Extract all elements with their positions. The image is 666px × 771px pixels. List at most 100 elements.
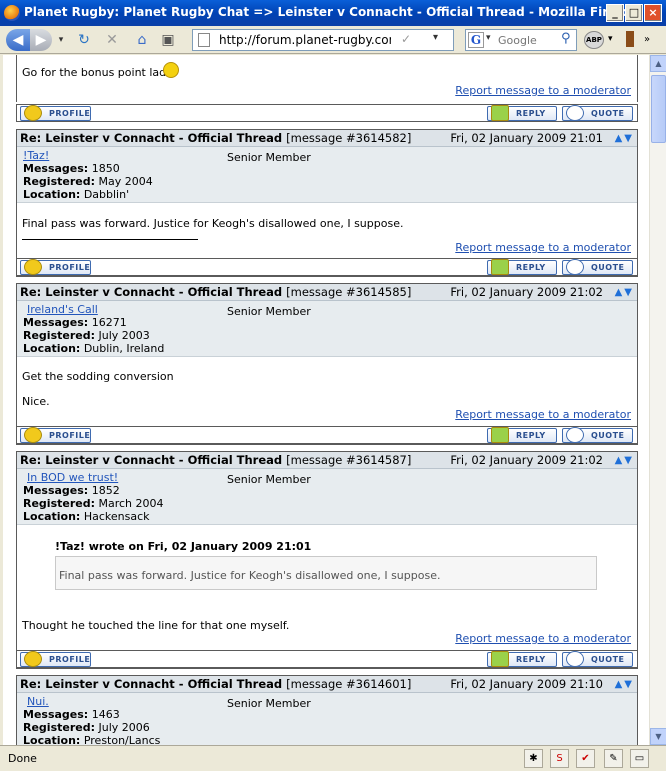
post-footer: PROFILE REPLY QUOTE: [16, 650, 638, 668]
reply-icon: [491, 651, 509, 667]
navigate-post-icons[interactable]: ▲▼: [615, 133, 634, 144]
report-moderator-link[interactable]: Report message to a moderator: [455, 241, 631, 254]
post-subject: Re: Leinster v Connacht - Official Threa…: [20, 453, 283, 467]
bookmarks-icon[interactable]: ▣: [158, 29, 178, 51]
message-id: [message #3614587]: [286, 453, 412, 467]
navigate-post-icons[interactable]: ▲▼: [615, 287, 634, 298]
url-dropdown-icon[interactable]: ▾: [433, 32, 438, 43]
toolbar-overflow-icon[interactable]: »: [644, 34, 650, 45]
maximize-button[interactable]: □: [625, 4, 643, 22]
forward-button[interactable]: ▶: [30, 29, 52, 51]
profile-button[interactable]: PROFILE: [20, 651, 91, 667]
scrollbar-thumb[interactable]: [651, 75, 666, 143]
firefox-icon: [4, 5, 20, 21]
scroll-up-arrow-icon[interactable]: ▲: [650, 55, 666, 72]
signature-divider: [22, 239, 198, 240]
stop-icon[interactable]: ✕: [102, 29, 122, 51]
navigate-post-icons[interactable]: ▲▼: [615, 679, 634, 690]
message-count: 1852: [91, 484, 120, 497]
username-link[interactable]: In BOD we trust!: [27, 471, 118, 484]
vertical-scrollbar[interactable]: ▲ ▼: [649, 55, 666, 745]
report-moderator-link[interactable]: Report message to a moderator: [455, 408, 631, 421]
post-text: Final pass was forward. Justice for Keog…: [22, 217, 404, 230]
reply-button[interactable]: REPLY: [487, 651, 557, 667]
report-moderator-link[interactable]: Report message to a moderator: [455, 632, 631, 645]
minimize-button[interactable]: _: [606, 4, 624, 22]
quote-icon: [566, 259, 584, 275]
reload-icon[interactable]: ↻: [74, 29, 94, 51]
profile-icon: [24, 651, 42, 667]
status-bar: Done ✱ S ✔ ✎ ▭: [0, 745, 666, 771]
post-text: Get the sodding conversion: [22, 370, 174, 383]
username-link[interactable]: !Taz!: [23, 149, 49, 162]
bug-icon[interactable]: ✱: [524, 749, 543, 768]
search-engine-dropdown-icon[interactable]: ▾: [486, 33, 491, 43]
message-count: 1463: [91, 708, 120, 721]
username-link[interactable]: Ireland's Call: [27, 303, 98, 316]
reply-icon: [491, 427, 509, 443]
post-date: Fri, 02 January 2009 21:02: [450, 453, 603, 467]
quote-button[interactable]: QUOTE: [562, 105, 633, 121]
registered-date: March 2004: [98, 497, 164, 510]
post-date: Fri, 02 January 2009 21:01: [450, 131, 603, 145]
user-info: !Taz! Messages: 1850 Registered: May 200…: [17, 147, 637, 203]
history-dropdown-icon[interactable]: ▾: [56, 29, 66, 51]
google-icon[interactable]: G: [468, 32, 484, 48]
reply-button[interactable]: REPLY: [487, 105, 557, 121]
user-location: Hackensack: [83, 510, 150, 523]
window-titlebar: Planet Rugby: Planet Rugby Chat => Leins…: [0, 0, 666, 26]
user-location: Preston/Lancs: [83, 734, 161, 745]
reply-icon: [491, 105, 509, 121]
url-input[interactable]: [219, 32, 391, 48]
post-footer: PROFILE REPLY QUOTE: [16, 426, 638, 444]
post-previous: Go for the bonus point lads! Report mess…: [16, 55, 638, 102]
post-date: Fri, 02 January 2009 21:10: [450, 677, 603, 691]
status-text: Done: [8, 752, 37, 765]
profile-button[interactable]: PROFILE: [20, 259, 91, 275]
quote-button[interactable]: QUOTE: [562, 651, 633, 667]
search-icon[interactable]: ⚲: [561, 31, 571, 46]
reply-icon: [491, 259, 509, 275]
reply-button[interactable]: REPLY: [487, 259, 557, 275]
noscript-icon[interactable]: S: [550, 749, 569, 768]
registered-date: May 2004: [98, 175, 153, 188]
profile-icon: [24, 105, 42, 121]
username-link[interactable]: Nui.: [27, 695, 49, 708]
user-info: In BOD we trust! Messages: 1852 Register…: [17, 469, 637, 525]
message-id: [message #3614585]: [286, 285, 412, 299]
navigate-post-icons[interactable]: ▲▼: [615, 455, 634, 466]
message-count: 1850: [91, 162, 120, 175]
edit-icon[interactable]: ✎: [604, 749, 623, 768]
page-viewport: Go for the bonus point lads! Report mess…: [0, 55, 666, 745]
profile-button[interactable]: PROFILE: [20, 105, 91, 121]
profile-button[interactable]: PROFILE: [20, 427, 91, 443]
post-header: Re: Leinster v Connacht - Official Threa…: [17, 676, 637, 693]
checkmark-icon[interactable]: ✔: [576, 749, 595, 768]
registered-date: July 2003: [98, 329, 150, 342]
quoted-message: Final pass was forward. Justice for Keog…: [55, 556, 597, 590]
post-date: Fri, 02 January 2009 21:02: [450, 285, 603, 299]
post-header: Re: Leinster v Connacht - Official Threa…: [17, 452, 637, 469]
quote-button[interactable]: QUOTE: [562, 427, 633, 443]
search-box[interactable]: G ▾ ⚲: [465, 29, 577, 51]
user-rank: Senior Member: [227, 697, 311, 710]
url-bar[interactable]: ✓ ▾: [192, 29, 454, 51]
post: Re: Leinster v Connacht - Official Threa…: [16, 129, 638, 277]
back-button[interactable]: ◀: [6, 29, 30, 51]
report-moderator-link[interactable]: Report message to a moderator: [455, 84, 631, 97]
quote-button[interactable]: QUOTE: [562, 259, 633, 275]
adblock-icon[interactable]: ABP: [584, 31, 604, 49]
user-rank: Senior Member: [227, 305, 311, 318]
scroll-down-arrow-icon[interactable]: ▼: [650, 728, 666, 745]
window-icon[interactable]: ▭: [630, 749, 649, 768]
quote-header: !Taz! wrote on Fri, 02 January 2009 21:0…: [55, 540, 312, 553]
adblock-dropdown-icon[interactable]: ▾: [608, 34, 613, 44]
search-input[interactable]: [498, 33, 560, 47]
post-subject: Re: Leinster v Connacht - Official Threa…: [20, 131, 283, 145]
user-info: Ireland's Call Messages: 16271 Registere…: [17, 301, 637, 357]
user-rank: Senior Member: [227, 151, 311, 164]
home-icon[interactable]: ⌂: [132, 29, 152, 51]
close-button[interactable]: ×: [644, 4, 662, 22]
reply-button[interactable]: REPLY: [487, 427, 557, 443]
toolbar-extension-icon[interactable]: [626, 31, 634, 47]
